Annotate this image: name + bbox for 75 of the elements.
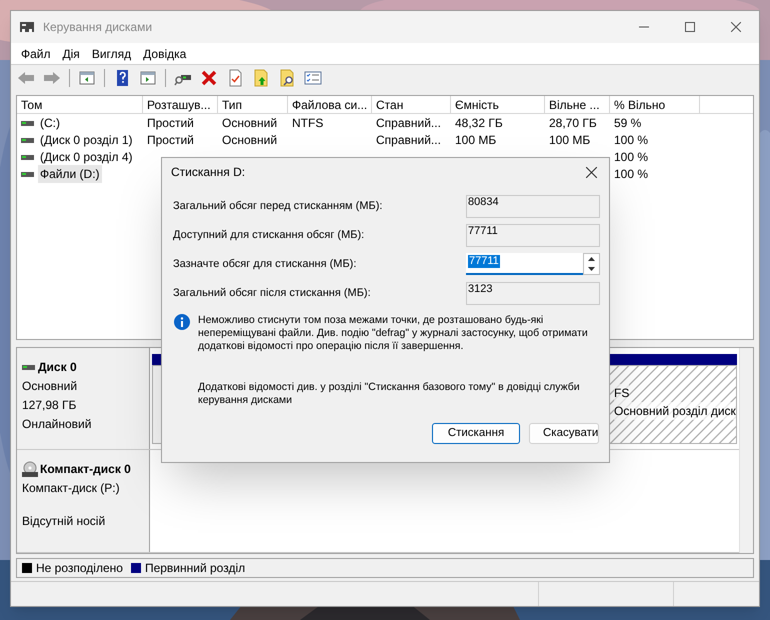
partition-label: FS — [614, 384, 630, 402]
disk-management-icon — [19, 19, 35, 35]
disk-detail: Онлайновий — [22, 416, 92, 433]
field-label: Загальний обсяг перед стисканням (МБ): — [173, 198, 382, 214]
table-cell-text: Основний — [222, 114, 278, 132]
dialog-button[interactable]: Скасувати — [529, 423, 599, 444]
up-caret-icon — [588, 257, 595, 261]
table-cell-text: 59 % — [614, 114, 642, 132]
dialog-title: Стискання D: — [171, 164, 246, 181]
table-cell-text: 100 % — [614, 148, 648, 166]
readonly-field: 80834 — [466, 194, 600, 218]
delete-icon[interactable] — [200, 69, 218, 87]
field-label: Доступний для стискання обсяг (МБ): — [173, 228, 364, 243]
close-icon — [586, 166, 596, 178]
menu-item[interactable]: Довідка — [139, 44, 190, 62]
up-arrow-document-icon[interactable] — [252, 69, 270, 87]
readonly-field: 77711 — [466, 224, 600, 246]
close-icon — [731, 22, 741, 32]
window-title: Керування дисками — [43, 19, 152, 36]
field-label: Зазначте обсяг для стискання (МБ): — [173, 256, 356, 272]
readonly-field: 3123 — [466, 282, 600, 304]
column-header[interactable]: Вільне ... — [545, 96, 610, 113]
table-cell-text: 100 % — [614, 166, 648, 182]
disk-name: Компакт-диск 0 — [40, 461, 131, 478]
back-arrow-icon[interactable] — [17, 69, 35, 87]
number-input-field[interactable]: 77711 — [466, 253, 583, 275]
column-header[interactable]: Файлова си... — [288, 96, 372, 113]
panel-icon[interactable] — [78, 69, 96, 87]
volume-name[interactable]: (C:) — [38, 114, 62, 132]
table-cell-text: 100 МБ — [549, 132, 590, 148]
table-cell-text: NTFS — [292, 114, 324, 132]
disk-detail: Основний — [22, 378, 78, 395]
table-cell-text: Основний — [222, 132, 278, 148]
menu-item[interactable]: Файл — [17, 44, 55, 62]
disk-detail: 127,98 ГБ — [22, 397, 78, 414]
checklist-icon[interactable] — [304, 69, 322, 87]
disk-name: Диск 0 — [38, 359, 77, 376]
table-cell-text: Справний... — [376, 114, 441, 132]
table-cell-text: 100 % — [614, 132, 648, 148]
info-icon — [174, 314, 190, 330]
volume-name[interactable]: (Диск 0 розділ 4) — [38, 148, 135, 166]
menu-item[interactable]: Вигляд — [88, 44, 136, 62]
dialog-button[interactable]: Стискання — [432, 423, 520, 444]
table-cell-text: 48,32 ГБ — [455, 114, 503, 132]
column-header[interactable]: Тип — [218, 96, 288, 113]
field-label: Загальний обсяг після стискання (МБ): — [173, 286, 371, 301]
maximize-icon — [685, 22, 695, 32]
help-text: Додаткові відомості див. у розділі "Стискання базового тому" в довідці служби керування дисками — [198, 381, 581, 407]
column-header[interactable]: Ємність — [451, 96, 545, 113]
disk-detail: Компакт-диск (P:) — [22, 480, 121, 497]
drive-icon — [22, 362, 35, 372]
menu-item[interactable]: Дія — [58, 44, 84, 62]
disk-detail: Відсутній носій — [22, 513, 106, 530]
legend-label: Первинний розділ — [144, 560, 246, 577]
column-header[interactable]: % Вільно — [610, 96, 700, 113]
down-caret-icon — [588, 267, 595, 271]
info-message: Неможливо стиснути том поза межами точки, де розташовано будь-які непереміщувані файли. Див. подію "defrag" у журналі застосунку, щоб отримати додаткові відомості про операцію після її завершення. — [198, 314, 589, 353]
column-header[interactable]: Розташув... — [143, 96, 218, 113]
partition-block[interactable]: FS Основний розділ диск — [609, 365, 737, 444]
table-cell-text: Справний... — [376, 132, 441, 148]
table-cell-text: 28,70 ГБ — [549, 114, 597, 132]
table-cell-text: Простий — [147, 132, 194, 148]
cd-drive-icon — [22, 461, 38, 477]
table-cell-text: Простий — [147, 114, 194, 132]
column-header[interactable]: Стан — [372, 96, 451, 113]
column-header[interactable]: Том — [17, 96, 143, 113]
volume-name[interactable]: (Диск 0 розділ 1) — [38, 130, 135, 148]
forward-arrow-icon[interactable] — [43, 69, 61, 87]
table-cell-text: 100 МБ — [455, 132, 496, 148]
spin-buttons[interactable] — [583, 253, 600, 275]
search-document-icon[interactable] — [278, 69, 296, 87]
panel-icon[interactable] — [139, 69, 157, 87]
volume-name[interactable]: Файли (D:) — [38, 164, 102, 182]
legend-label: Не розподілено — [36, 560, 123, 577]
partition-label: Основний розділ диск — [614, 402, 736, 420]
